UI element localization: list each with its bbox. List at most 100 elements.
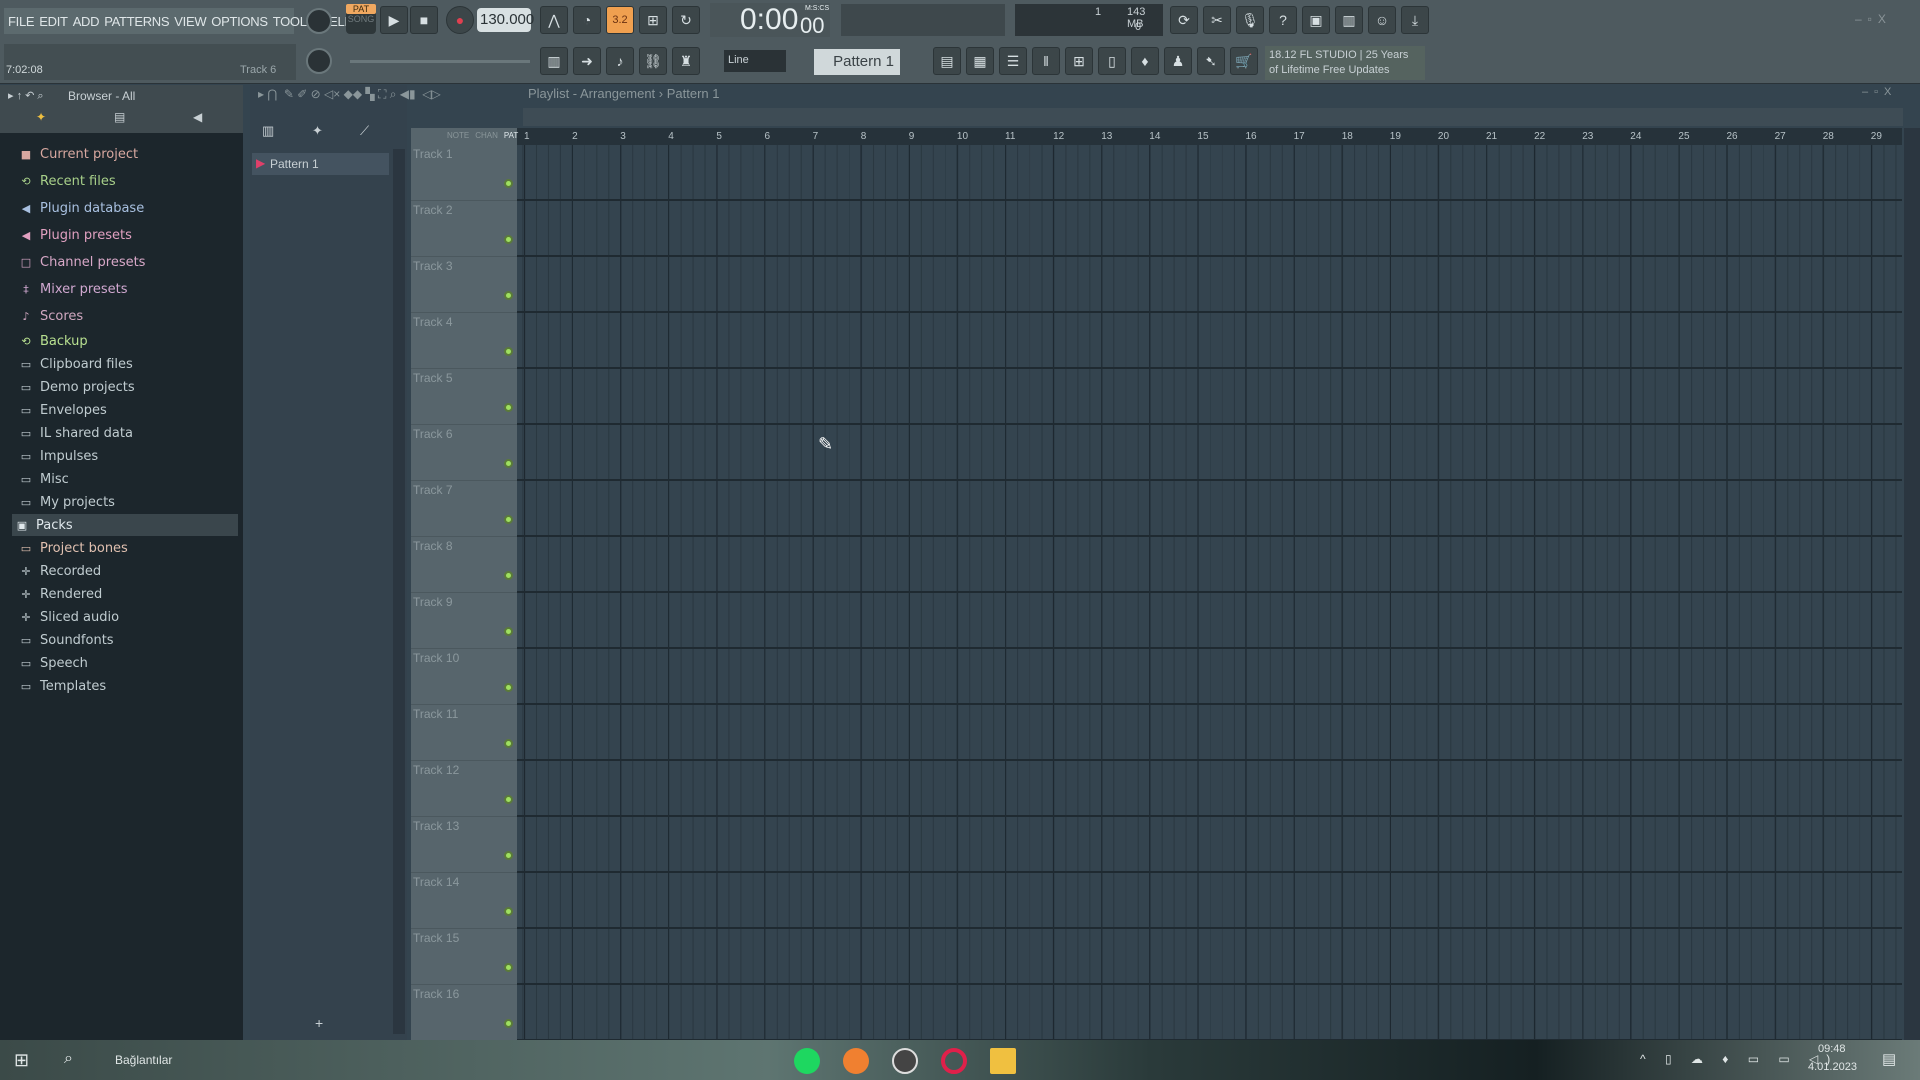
- track-header[interactable]: Track 6: [411, 425, 517, 481]
- start-icon[interactable]: ⊞: [14, 1050, 29, 1071]
- browser-item-current-project[interactable]: ■ Current project: [16, 143, 242, 165]
- tuner-icon[interactable]: ♜: [672, 47, 700, 75]
- menu-file[interactable]: FILE: [8, 14, 35, 29]
- menu-view[interactable]: VIEW: [174, 14, 206, 29]
- search-icon[interactable]: ⌕: [64, 1050, 73, 1068]
- cut-icon[interactable]: ✂: [1203, 6, 1231, 34]
- step-edit-icon[interactable]: ⊞: [639, 6, 667, 34]
- track-mute-led[interactable]: [504, 235, 513, 244]
- browser-toggle-icon[interactable]: ⊞: [1065, 47, 1093, 75]
- menu-options[interactable]: OPTIONS: [211, 14, 268, 29]
- browser-item-scores[interactable]: ♪ Scores: [16, 305, 242, 327]
- playlist-grid[interactable]: [517, 145, 1902, 1040]
- browser-item-channel-presets[interactable]: □ Channel presets: [16, 251, 242, 273]
- track-mute-led[interactable]: [504, 963, 513, 972]
- mode-chan[interactable]: CHAN: [475, 131, 498, 141]
- edison-icon[interactable]: ♟: [1164, 47, 1192, 75]
- refresh-icon[interactable]: ⟳: [1170, 6, 1198, 34]
- track-header[interactable]: Track 12: [411, 761, 517, 817]
- master-slider[interactable]: [350, 60, 530, 63]
- news-panel[interactable]: 18.12 FL STUDIO | 25 Years of Lifetime F…: [1265, 46, 1425, 80]
- browser-item-mixer-presets[interactable]: ‡ Mixer presets: [16, 278, 242, 300]
- horizontal-scrollbar[interactable]: [523, 108, 1903, 126]
- playlist-window-controls[interactable]: –▫X: [1862, 86, 1897, 98]
- chat-icon[interactable]: ☺: [1368, 6, 1396, 34]
- track-mute-led[interactable]: [504, 739, 513, 748]
- browser-item-packs[interactable]: ▣ Packs: [12, 514, 238, 536]
- notifications-icon[interactable]: ▤: [1882, 1050, 1896, 1068]
- microphone-icon[interactable]: 🎙: [1236, 6, 1264, 34]
- track-header[interactable]: Track 15: [411, 929, 517, 985]
- track-header[interactable]: Track 5: [411, 369, 517, 425]
- browser-title[interactable]: Browser - All: [68, 89, 135, 103]
- record-button[interactable]: ●: [446, 6, 474, 34]
- browser-item-plugin-presets[interactable]: ◀ Plugin presets: [16, 224, 242, 246]
- track-header[interactable]: Track 2: [411, 201, 517, 257]
- browser-item-impulses[interactable]: ▭ Impulses: [16, 445, 242, 467]
- master-volume-knob[interactable]: [306, 8, 332, 34]
- menu-add[interactable]: ADD: [73, 14, 100, 29]
- obs-icon[interactable]: [892, 1048, 918, 1074]
- browser-item-templates[interactable]: ▭ Templates: [16, 675, 242, 697]
- piano-roll-icon[interactable]: ▥: [262, 123, 274, 139]
- pattern-item[interactable]: ▶ Pattern 1: [252, 153, 389, 175]
- pitch-icon[interactable]: ♪: [606, 47, 634, 75]
- browser-nav-icons[interactable]: ▸ ↑ ↶ ⌕: [8, 89, 44, 103]
- track-header[interactable]: Track 3: [411, 257, 517, 313]
- window-controls[interactable]: –▫X: [1855, 12, 1892, 26]
- project-icon[interactable]: ▯: [1098, 47, 1126, 75]
- export-icon[interactable]: ▥: [1335, 6, 1363, 34]
- play-button[interactable]: ▶: [380, 6, 408, 34]
- plugin-icon[interactable]: ♦: [1131, 47, 1159, 75]
- browser-item-rendered[interactable]: ✛ Rendered: [16, 583, 242, 605]
- browser-item-il-shared-data[interactable]: ▭ IL shared data: [16, 422, 242, 444]
- master-pitch-knob[interactable]: [306, 48, 332, 74]
- track-header[interactable]: Track 7: [411, 481, 517, 537]
- spotify-icon[interactable]: [794, 1048, 820, 1074]
- stop-button[interactable]: ■: [410, 6, 438, 34]
- vertical-scrollbar[interactable]: [1904, 128, 1920, 1040]
- track-header[interactable]: Track 1: [411, 145, 517, 201]
- download-icon[interactable]: ⤓: [1401, 6, 1429, 34]
- tempo-field[interactable]: 130.000: [477, 8, 534, 32]
- browser-item-misc[interactable]: ▭ Misc: [16, 468, 242, 490]
- track-header[interactable]: Track 4: [411, 313, 517, 369]
- track-mute-led[interactable]: [504, 515, 513, 524]
- mode-pat[interactable]: PAT: [504, 131, 518, 141]
- track-header[interactable]: Track 9: [411, 593, 517, 649]
- playlist-icon[interactable]: ▤: [933, 47, 961, 75]
- browser-item-plugin-database[interactable]: ◀ Plugin database: [16, 197, 242, 219]
- help-icon[interactable]: ?: [1269, 6, 1297, 34]
- menu-edit[interactable]: EDIT: [39, 14, 68, 29]
- snap-selector[interactable]: Line: [724, 50, 786, 72]
- track-mute-led[interactable]: [504, 179, 513, 188]
- track-header[interactable]: Track 11: [411, 705, 517, 761]
- browser-audio-icon[interactable]: ✦: [36, 110, 46, 124]
- automation-icon[interactable]: ⟋: [360, 123, 369, 139]
- browser-item-sliced-audio[interactable]: ✛ Sliced audio: [16, 606, 242, 628]
- pattern-scrollbar[interactable]: [393, 149, 405, 1034]
- file-explorer-icon[interactable]: [990, 1048, 1016, 1074]
- track-header[interactable]: Track 10: [411, 649, 517, 705]
- browser-plugins-icon[interactable]: ◀: [193, 110, 202, 124]
- loop-record-icon[interactable]: ↻: [672, 6, 700, 34]
- track-mute-led[interactable]: [504, 403, 513, 412]
- track-mute-led[interactable]: [504, 627, 513, 636]
- track-mute-led[interactable]: [504, 347, 513, 356]
- piano-roll-window-icon[interactable]: ▦: [966, 47, 994, 75]
- mode-note[interactable]: NOTE: [447, 131, 469, 141]
- shop-icon[interactable]: 🛒: [1230, 47, 1258, 75]
- channel-rack-icon[interactable]: ☰: [999, 47, 1027, 75]
- pat-song-toggle[interactable]: PAT SONG: [346, 4, 376, 34]
- fl-studio-icon[interactable]: [843, 1048, 869, 1074]
- pattern-selector[interactable]: Pattern 1: [814, 49, 900, 75]
- browser-item-my-projects[interactable]: ▭ My projects: [16, 491, 242, 513]
- touch-icon[interactable]: ➷: [1197, 47, 1225, 75]
- browser-item-demo-projects[interactable]: ▭ Demo projects: [16, 376, 242, 398]
- link-icon[interactable]: ⛓: [639, 47, 667, 75]
- track-header[interactable]: Track 14: [411, 873, 517, 929]
- opera-icon[interactable]: [941, 1048, 967, 1074]
- track-mute-led[interactable]: [504, 1019, 513, 1028]
- menu-patterns[interactable]: PATTERNS: [104, 14, 169, 29]
- track-mute-led[interactable]: [504, 291, 513, 300]
